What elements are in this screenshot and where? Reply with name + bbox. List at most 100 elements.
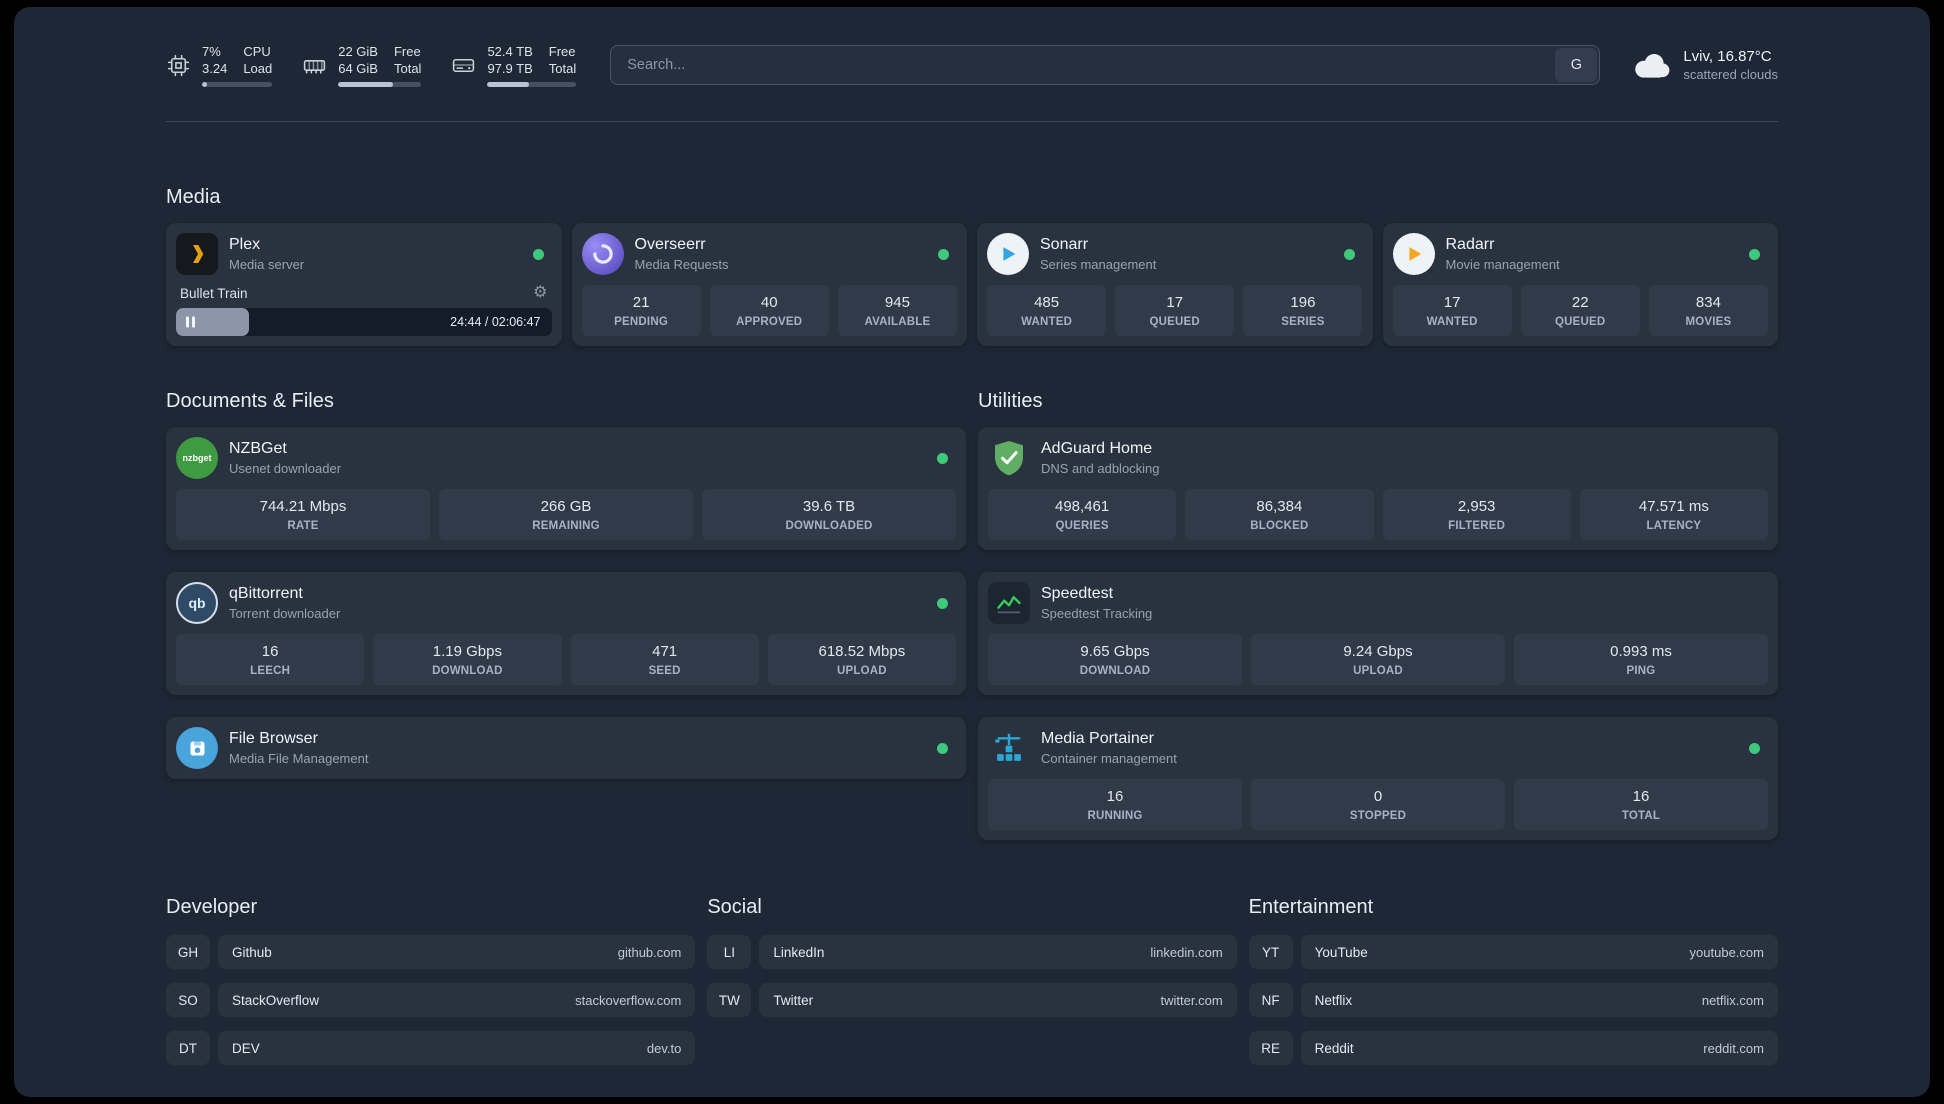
speedtest-icon: [988, 582, 1030, 624]
stat-tile: 744.21 Mbps RATE: [176, 489, 430, 540]
cpu-load-value: 3.24: [202, 61, 228, 76]
bookmark-name: StackOverflow: [232, 992, 320, 1008]
service-name: qBittorrent: [229, 585, 303, 602]
stat-tile: 22 QUEUED: [1520, 285, 1640, 336]
bookmark-abbr: DT: [166, 1031, 210, 1065]
service-name: File Browser: [229, 730, 318, 747]
bookmark-twitter[interactable]: TW Twitter twitter.com: [707, 983, 1237, 1017]
bookmark-domain: linkedin.com: [1150, 944, 1223, 960]
pause-icon[interactable]: [186, 316, 195, 328]
service-name: Speedtest: [1041, 585, 1114, 602]
stat-tile: 47.571 ms LATENCY: [1579, 489, 1768, 540]
stat-tile: 16 TOTAL: [1514, 779, 1768, 830]
filebrowser-icon: [176, 727, 218, 769]
service-subtitle: Movie management: [1445, 257, 1560, 272]
plex-icon: [176, 233, 218, 275]
weather-location: Lviv, 16.87°C: [1683, 48, 1772, 65]
service-subtitle: Media server: [229, 257, 305, 272]
section-title-documents: Documents & Files: [166, 390, 334, 412]
stat-tile: 471 SEED: [570, 634, 759, 685]
stat-tile: 16 LEECH: [176, 634, 365, 685]
section-title-utilities: Utilities: [978, 390, 1043, 412]
service-stats: 485 WANTED 17 QUEUED 196 SERIES: [987, 285, 1363, 336]
section-title-entertainment: Entertainment: [1248, 896, 1374, 918]
stat-tile: 0.993 ms PING: [1514, 634, 1768, 685]
bookmark-domain: youtube.com: [1689, 944, 1764, 960]
stat-tile: 16 RUNNING: [988, 779, 1242, 830]
disk-progress-bar: [487, 82, 577, 87]
disk-total-label: Total: [548, 61, 577, 76]
status-dot: [937, 742, 948, 754]
disk-icon: [451, 53, 476, 78]
bookmark-abbr: RE: [1248, 1031, 1293, 1065]
stat-tile: 2,953 FILTERED: [1382, 489, 1571, 540]
service-subtitle: Torrent downloader: [229, 606, 341, 621]
bookmark-name: YouTube: [1314, 944, 1368, 960]
stat-tile: 0 STOPPED: [1251, 779, 1505, 830]
stat-tile: 196 SERIES: [1243, 285, 1363, 336]
bookmark-stackoverflow[interactable]: SO StackOverflow stackoverflow.com: [166, 983, 696, 1017]
cpu-progress-fill: [202, 82, 207, 87]
service-card-portainer[interactable]: Media Portainer Container management 16 R…: [978, 717, 1778, 840]
bookmark-abbr: NF: [1248, 983, 1293, 1017]
service-subtitle: DNS and adblocking: [1041, 461, 1160, 476]
service-name: Overseerr: [634, 236, 706, 253]
now-playing-title: Bullet Train: [180, 285, 248, 301]
bookmark-dev[interactable]: DT DEV dev.to: [166, 1031, 696, 1065]
cpu-usage-value: 7%: [202, 44, 221, 59]
search-input[interactable]: [610, 45, 1601, 85]
resource-widgets: 7% 3.24 CPU Load 22 GiB 64 GiB Free Tota…: [166, 43, 577, 87]
cpu-progress-bar: [202, 82, 273, 87]
memory-free-label: Free: [393, 44, 421, 59]
search-engine-button[interactable]: G: [1555, 48, 1598, 82]
service-card-radarr[interactable]: Radarr Movie management 17 WANTED 22 QUEUE…: [1382, 223, 1778, 346]
topbar-divider: [166, 121, 1778, 122]
service-card-qbittorrent[interactable]: qb qBittorrent Torrent downloader 16 LEEC…: [166, 572, 966, 695]
service-card-nzbget[interactable]: nzbget NZBGet Usenet downloader 744.21 M…: [166, 427, 966, 550]
memory-free-value: 22 GiB: [338, 44, 378, 59]
bookmark-reddit[interactable]: RE Reddit reddit.com: [1248, 1031, 1778, 1065]
bookmark-abbr: YT: [1248, 935, 1293, 969]
cloud-icon: [1630, 50, 1672, 80]
disk-progress-fill: [487, 82, 530, 87]
stat-tile: 17 WANTED: [1392, 285, 1512, 336]
playback-time: 24:44 / 02:06:47: [450, 315, 541, 329]
portainer-icon: [988, 727, 1030, 769]
service-card-adguard[interactable]: AdGuard Home DNS and adblocking 498,461 Q…: [978, 427, 1778, 550]
service-name: Radarr: [1445, 236, 1495, 253]
service-card-plex[interactable]: Plex Media server Bullet Train ⚙ 24:44 /…: [166, 223, 562, 346]
status-dot: [1749, 742, 1760, 754]
service-name: NZBGet: [229, 440, 287, 457]
bookmark-youtube[interactable]: YT YouTube youtube.com: [1248, 935, 1778, 969]
service-subtitle: Series management: [1040, 257, 1157, 272]
service-name: AdGuard Home: [1041, 440, 1153, 457]
service-card-overseerr[interactable]: Overseerr Media Requests 21 PENDING 40 APP…: [571, 223, 967, 346]
service-stats: 16 RUNNING 0 STOPPED 16 TOTAL: [988, 779, 1768, 830]
bookmark-name: DEV: [232, 1040, 260, 1056]
stat-tile: 9.24 Gbps UPLOAD: [1251, 634, 1505, 685]
service-stats: 744.21 Mbps RATE 266 GB REMAINING 39.6 TB D…: [176, 489, 956, 540]
service-card-filebrowser[interactable]: File Browser Media File Management: [166, 717, 966, 779]
bookmark-name: LinkedIn: [773, 944, 825, 960]
service-card-sonarr[interactable]: Sonarr Series management 485 WANTED 17 QUE…: [977, 223, 1373, 346]
bookmark-netflix[interactable]: NF Netflix netflix.com: [1248, 983, 1778, 1017]
bookmark-linkedin[interactable]: LI LinkedIn linkedin.com: [707, 935, 1237, 969]
section-title-media: Media: [166, 186, 221, 208]
service-stats: 498,461 QUERIES 86,384 BLOCKED 2,953 FILTER…: [988, 489, 1768, 540]
bookmark-abbr: TW: [707, 983, 752, 1017]
bookmark-group-entertainment: Entertainment YT YouTube youtube.com NF N…: [1248, 896, 1778, 1065]
service-subtitle: Usenet downloader: [229, 461, 342, 476]
weather-condition: scattered clouds: [1683, 67, 1778, 82]
now-playing-widget: Bullet Train ⚙ 24:44 / 02:06:47: [176, 283, 552, 336]
stat-tile: 498,461 QUERIES: [988, 489, 1177, 540]
cpu-icon: [166, 53, 191, 78]
nzbget-icon: nzbget: [176, 437, 218, 479]
gear-icon[interactable]: ⚙: [533, 285, 547, 301]
bookmark-domain: github.com: [617, 944, 682, 960]
bookmark-github[interactable]: GH Github github.com: [166, 935, 696, 969]
bookmark-abbr: LI: [707, 935, 752, 969]
bookmark-abbr: GH: [166, 935, 210, 969]
bookmark-domain: reddit.com: [1703, 1040, 1764, 1056]
service-card-speedtest[interactable]: Speedtest Speedtest Tracking 9.65 Gbps DO…: [978, 572, 1778, 695]
status-dot: [1749, 248, 1760, 260]
